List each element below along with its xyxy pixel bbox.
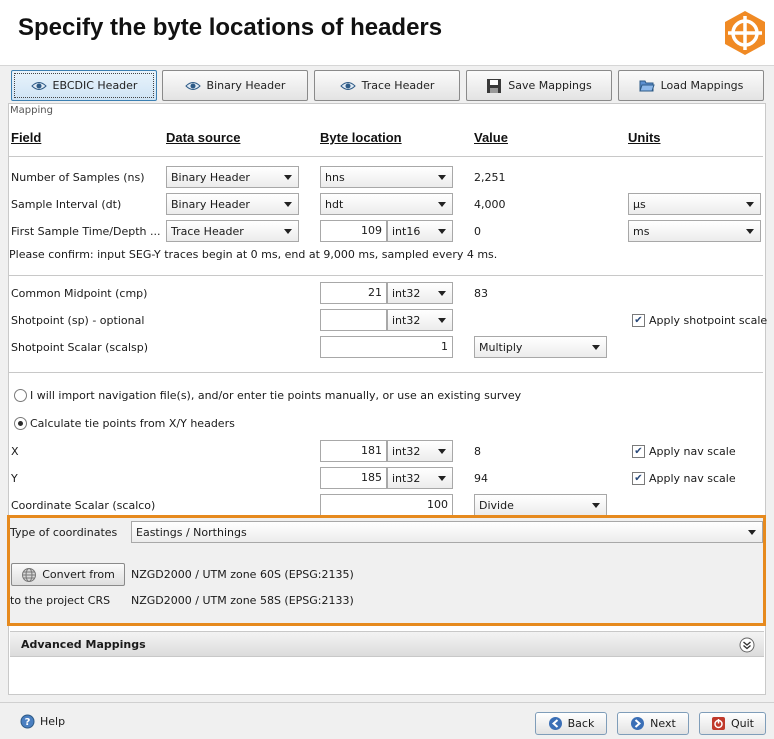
first-sample-label: First Sample Time/Depth ... <box>11 225 161 238</box>
next-label: Next <box>650 717 676 730</box>
confirm-message: Please confirm: input SEG-Y traces begin… <box>9 248 498 261</box>
shotpoint-byte-input[interactable] <box>320 309 387 331</box>
save-mappings-button[interactable]: Save Mappings <box>466 70 612 101</box>
first-sample-type-select[interactable]: int16 <box>387 220 453 242</box>
quit-label: Quit <box>731 717 754 730</box>
first-sample-byte-input[interactable]: 109 <box>320 220 387 242</box>
x-value: 8 <box>474 445 481 458</box>
eye-icon <box>30 81 47 90</box>
dt-units-select[interactable]: µs <box>628 193 761 215</box>
y-byte-input[interactable]: 185 <box>320 467 387 489</box>
first-sample-units-select[interactable]: ms <box>628 220 761 242</box>
svg-text:?: ? <box>25 717 31 728</box>
calculate-tie-points-radio[interactable] <box>14 417 27 430</box>
column-header-field: Field <box>11 130 42 145</box>
binary-header-label: Binary Header <box>206 79 286 92</box>
y-apply-nav-scale-label: Apply nav scale <box>649 472 736 485</box>
advanced-mappings-label: Advanced Mappings <box>21 638 146 651</box>
shotpoint-scalar-op-select[interactable]: Multiply <box>474 336 607 358</box>
cmp-type-select[interactable]: int32 <box>387 282 453 304</box>
apply-shotpoint-scale-label: Apply shotpoint scale <box>649 314 768 327</box>
back-arrow-icon <box>548 717 562 730</box>
first-sample-value: 0 <box>474 225 481 238</box>
coordinate-scalar-input[interactable]: 100 <box>320 494 453 516</box>
next-button[interactable]: Next <box>617 712 689 735</box>
help-link[interactable]: ? Help <box>20 714 65 729</box>
dt-source-select[interactable]: Binary Header <box>166 193 299 215</box>
x-type-select[interactable]: int32 <box>387 440 453 462</box>
x-byte-input[interactable]: 181 <box>320 440 387 462</box>
trace-header-button[interactable]: Trace Header <box>314 70 460 101</box>
y-type-select[interactable]: int32 <box>387 467 453 489</box>
binary-header-button[interactable]: Binary Header <box>162 70 308 101</box>
first-sample-source-select[interactable]: Trace Header <box>166 220 299 242</box>
ns-label: Number of Samples (ns) <box>11 171 145 184</box>
back-button[interactable]: Back <box>535 712 607 735</box>
ns-source-select[interactable]: Binary Header <box>166 166 299 188</box>
help-label: Help <box>40 715 66 728</box>
quit-button[interactable]: Quit <box>699 712 766 735</box>
separator <box>9 372 763 373</box>
wizard-header: Specify the byte locations of headers <box>0 0 774 66</box>
next-arrow-icon <box>631 717 645 730</box>
highlight-frame <box>7 515 766 626</box>
wizard-footer: ? Help Back Next Quit <box>0 702 774 739</box>
expand-chevron-icon[interactable] <box>739 637 755 653</box>
ns-value: 2,251 <box>474 171 506 184</box>
y-value: 94 <box>474 472 488 485</box>
column-header-units: Units <box>628 130 661 145</box>
cmp-value: 83 <box>474 287 488 300</box>
dt-value: 4,000 <box>474 198 506 211</box>
y-apply-nav-scale-checkbox[interactable]: ✔ <box>632 472 645 485</box>
load-mappings-label: Load Mappings <box>660 79 744 92</box>
y-label: Y <box>11 472 18 485</box>
panel-title: Mapping <box>10 105 53 116</box>
x-apply-nav-scale-checkbox[interactable]: ✔ <box>632 445 645 458</box>
apply-shotpoint-scale-checkbox[interactable]: ✔ <box>632 314 645 327</box>
coordinate-scalar-op-select[interactable]: Divide <box>474 494 607 516</box>
cmp-label: Common Midpoint (cmp) <box>11 287 148 300</box>
load-mappings-button[interactable]: Load Mappings <box>618 70 764 101</box>
dt-byte-select[interactable]: hdt <box>320 193 453 215</box>
column-header-data-source: Data source <box>166 130 241 145</box>
ebcdic-header-label: EBCDIC Header <box>52 79 138 92</box>
shotpoint-scalar-input[interactable]: 1 <box>320 336 453 358</box>
ns-byte-select[interactable]: hns <box>320 166 453 188</box>
help-icon: ? <box>20 714 35 729</box>
import-navigation-label: I will import navigation file(s), and/or… <box>30 389 522 402</box>
eye-icon <box>184 81 201 90</box>
cmp-byte-input[interactable]: 21 <box>320 282 387 304</box>
power-icon <box>712 717 725 730</box>
separator <box>9 275 763 276</box>
column-header-byte-location: Byte location <box>320 130 402 145</box>
trace-header-label: Trace Header <box>361 79 435 92</box>
floppy-disk-icon <box>487 78 502 93</box>
shotpoint-scalar-label: Shotpoint Scalar (scalsp) <box>11 341 149 354</box>
advanced-mappings-bar[interactable]: Advanced Mappings <box>10 631 764 657</box>
dt-label: Sample Interval (dt) <box>11 198 122 211</box>
column-header-value: Value <box>474 130 508 145</box>
app-logo-icon <box>725 11 765 55</box>
separator <box>9 156 763 157</box>
ebcdic-header-button[interactable]: EBCDIC Header <box>11 70 157 101</box>
back-label: Back <box>567 717 595 730</box>
x-apply-nav-scale-label: Apply nav scale <box>649 445 736 458</box>
save-mappings-label: Save Mappings <box>508 79 592 92</box>
eye-icon <box>339 81 356 90</box>
x-label: X <box>11 445 19 458</box>
page-title: Specify the byte locations of headers <box>18 14 443 41</box>
shotpoint-type-select[interactable]: int32 <box>387 309 453 331</box>
open-folder-icon <box>638 80 655 92</box>
shotpoint-label: Shotpoint (sp) - optional <box>11 314 145 327</box>
import-navigation-radio[interactable] <box>14 389 27 402</box>
calculate-tie-points-label: Calculate tie points from X/Y headers <box>30 417 235 430</box>
coordinate-scalar-label: Coordinate Scalar (scalco) <box>11 499 156 512</box>
